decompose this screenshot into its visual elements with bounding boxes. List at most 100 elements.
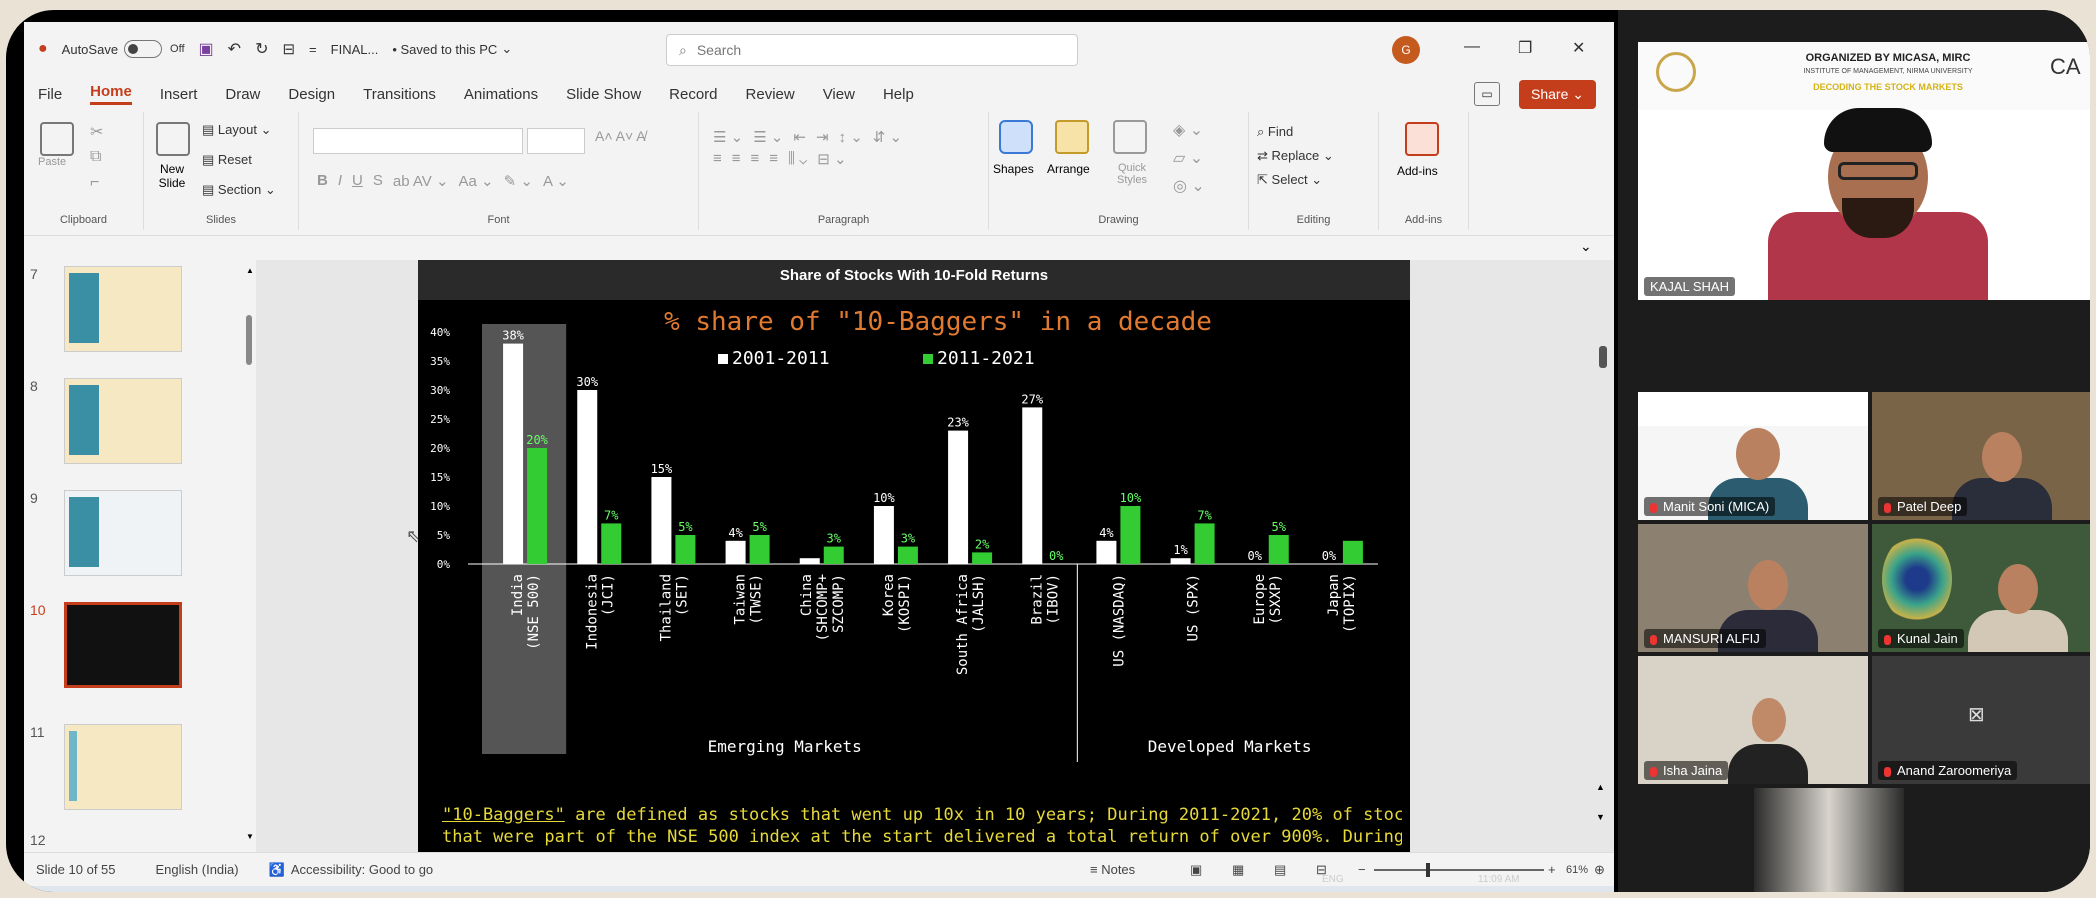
align-center-icon[interactable]: ≡ xyxy=(732,150,741,168)
share-button[interactable]: Share ⌄ xyxy=(1519,80,1596,109)
section-button[interactable]: ▤ Section ⌄ xyxy=(202,182,276,198)
next-slide-icon[interactable]: ▼ xyxy=(1596,812,1605,822)
chevron-down-icon[interactable]: ⌄ xyxy=(501,41,512,57)
new-slide-label[interactable]: New Slide xyxy=(152,162,192,190)
slide-thumbnail-selected[interactable] xyxy=(64,602,182,688)
copy-icon[interactable]: ⧉ xyxy=(90,148,101,166)
decrease-indent-icon[interactable]: ⇤ xyxy=(793,128,806,146)
menu-transitions[interactable]: Transitions xyxy=(363,86,436,103)
menu-review[interactable]: Review xyxy=(746,86,795,103)
increase-indent-icon[interactable]: ⇥ xyxy=(816,128,829,146)
thumbnail-row[interactable]: 7 xyxy=(24,266,182,352)
text-direction-icon[interactable]: ⇵ ⌄ xyxy=(873,128,902,146)
customize-qat-icon[interactable]: = xyxy=(309,42,317,57)
addins-icon[interactable] xyxy=(1405,122,1439,156)
menu-view[interactable]: View xyxy=(823,86,855,103)
participant-tile[interactable]: ⊠ Anand Zaroomeriya xyxy=(1872,656,2090,784)
autosave-toggle[interactable] xyxy=(124,40,163,58)
zoom-slider-thumb[interactable] xyxy=(1426,863,1430,877)
arrange-label[interactable]: Arrange xyxy=(1047,162,1090,176)
zoom-level[interactable]: 61% xyxy=(1566,864,1588,876)
align-left-icon[interactable]: ≡ xyxy=(713,150,722,168)
thumbnail-row[interactable]: 11 xyxy=(24,724,182,810)
grow-font-icon[interactable]: A˄ A˅ A̸ xyxy=(595,128,646,154)
thumbnail-row[interactable]: 9 xyxy=(24,490,182,576)
scroll-thumb[interactable] xyxy=(246,315,252,365)
user-avatar[interactable]: G xyxy=(1392,36,1420,64)
thumbnail-row[interactable]: 8 xyxy=(24,378,182,464)
highlight-icon[interactable]: ✎ ⌄ xyxy=(504,172,533,190)
save-icon[interactable]: ▣ xyxy=(199,39,214,59)
select-button[interactable]: ⇱ Select ⌄ xyxy=(1257,172,1370,188)
thumbnail-row[interactable]: 12 xyxy=(24,832,64,848)
reading-view-icon[interactable]: ▤ xyxy=(1274,862,1286,878)
font-name-box[interactable] xyxy=(313,128,523,154)
menu-animations[interactable]: Animations xyxy=(464,86,538,103)
shapes-label[interactable]: Shapes xyxy=(993,162,1034,176)
undo-icon[interactable]: ↶ xyxy=(228,39,241,59)
present-icon[interactable]: ⊟ xyxy=(282,40,295,58)
scroll-down-icon[interactable]: ▼ xyxy=(246,832,254,841)
slide-thumbnail[interactable] xyxy=(64,378,182,464)
participant-tile[interactable]: Patel Deep xyxy=(1872,392,2090,520)
menu-insert[interactable]: Insert xyxy=(160,86,198,103)
close-icon[interactable]: ✕ xyxy=(1572,38,1585,58)
self-view-tile[interactable] xyxy=(1754,788,1904,892)
arrange-icon[interactable] xyxy=(1055,120,1089,154)
paste-label[interactable]: Paste xyxy=(38,156,135,168)
align-text-icon[interactable]: ⊟ ⌄ xyxy=(817,150,846,168)
search-box[interactable]: ⌕ Search xyxy=(666,34,1078,66)
fit-slide-icon[interactable]: ⊕ xyxy=(1594,862,1605,878)
change-case-icon[interactable]: Aa ⌄ xyxy=(459,172,494,190)
italic-icon[interactable]: I xyxy=(338,172,342,190)
quick-styles-label[interactable]: Quick Styles xyxy=(1107,162,1157,186)
notes-button[interactable]: ≡ Notes xyxy=(1090,862,1135,877)
slide-sorter-icon[interactable]: ▦ xyxy=(1232,862,1244,878)
new-slide-icon[interactable] xyxy=(156,122,190,156)
layout-button[interactable]: ▤ Layout ⌄ xyxy=(202,122,271,138)
cut-icon[interactable]: ✂ xyxy=(90,122,103,142)
prev-slide-icon[interactable]: ▲ xyxy=(1596,782,1605,792)
minimize-icon[interactable]: — xyxy=(1464,38,1480,56)
zoom-out-icon[interactable]: − xyxy=(1358,862,1366,877)
slide-thumbnail[interactable] xyxy=(64,266,182,352)
menu-design[interactable]: Design xyxy=(288,86,335,103)
participant-tile[interactable]: Isha Jaina xyxy=(1638,656,1868,784)
slide-thumbnail[interactable] xyxy=(64,490,182,576)
shapes-icon[interactable] xyxy=(999,120,1033,154)
font-size-box[interactable] xyxy=(527,128,585,154)
collapse-ribbon-icon[interactable]: ⌄ xyxy=(1580,238,1592,255)
redo-icon[interactable]: ↻ xyxy=(255,39,268,59)
shape-effects-icon[interactable]: ◎ ⌄ xyxy=(1173,176,1205,196)
quick-styles-icon[interactable] xyxy=(1113,120,1147,154)
find-button[interactable]: ⌕ Find xyxy=(1257,124,1370,140)
participant-tile[interactable]: MANSURI ALFIJ xyxy=(1638,524,1868,652)
saved-status[interactable]: • Saved to this PC xyxy=(392,42,497,57)
thumbnail-row-selected[interactable]: 10 xyxy=(24,602,182,688)
slide-thumbnail[interactable] xyxy=(64,724,182,810)
zoom-in-icon[interactable]: + xyxy=(1548,862,1556,877)
thumbnails-scrollbar[interactable]: ▲ ▼ xyxy=(246,266,254,846)
reset-button[interactable]: ▤ Reset xyxy=(202,152,252,168)
strikethrough-icon[interactable]: S xyxy=(373,172,383,190)
normal-view-icon[interactable]: ▣ xyxy=(1190,862,1202,878)
menu-help[interactable]: Help xyxy=(883,86,914,103)
maximize-icon[interactable]: ❐ xyxy=(1518,38,1532,58)
current-slide[interactable]: Share of Stocks With 10-Fold Returns 0% 5… xyxy=(418,260,1410,852)
char-spacing-icon[interactable]: ab AV ⌄ xyxy=(393,172,449,190)
shape-outline-icon[interactable]: ▱ ⌄ xyxy=(1173,148,1203,168)
format-painter-icon[interactable]: ⌐ xyxy=(90,174,99,192)
justify-icon[interactable]: ≡ xyxy=(769,150,778,168)
editor-scrollbar[interactable]: ▲ ▼ xyxy=(1596,260,1610,852)
accessibility-status[interactable]: Accessibility: Good to go xyxy=(291,862,433,877)
menu-draw[interactable]: Draw xyxy=(225,86,260,103)
menu-slide-show[interactable]: Slide Show xyxy=(566,86,641,103)
columns-icon[interactable]: ⫼ ⌄ xyxy=(788,150,807,168)
scroll-thumb[interactable] xyxy=(1599,346,1607,368)
align-right-icon[interactable]: ≡ xyxy=(751,150,760,168)
replace-button[interactable]: ⇄ Replace ⌄ xyxy=(1257,148,1370,164)
font-color-icon[interactable]: A ⌄ xyxy=(543,172,569,190)
presenter-tile[interactable]: ORGANIZED BY MICASA, MIRC INSTITUTE OF M… xyxy=(1638,42,2090,300)
paste-icon[interactable] xyxy=(40,122,74,156)
participant-tile[interactable]: Kunal Jain xyxy=(1872,524,2090,652)
